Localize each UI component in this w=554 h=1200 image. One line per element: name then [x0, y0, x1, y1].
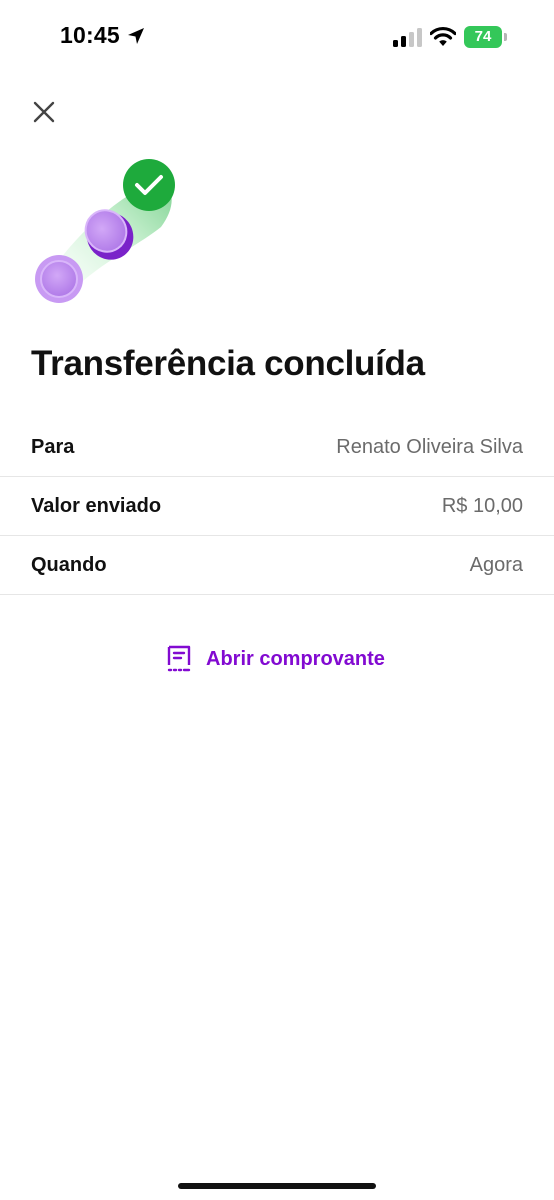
status-time: 10:45	[60, 22, 120, 48]
check-circle-icon	[123, 159, 175, 211]
close-icon	[33, 101, 55, 123]
detail-label: Quando	[31, 554, 107, 576]
detail-row-amount: Valor enviado R$ 10,00	[0, 477, 554, 536]
detail-value: Renato Oliveira Silva	[336, 436, 523, 458]
location-arrow-icon	[128, 28, 144, 44]
wifi-icon	[430, 26, 456, 46]
detail-row-recipient: Para Renato Oliveira Silva	[0, 418, 554, 477]
battery-cap	[504, 33, 507, 41]
transfer-illustration	[35, 159, 175, 303]
home-indicator[interactable]	[178, 1183, 376, 1189]
transfer-details: Para Renato Oliveira Silva Valor enviado…	[0, 418, 554, 595]
signal-icon	[393, 28, 422, 47]
battery-icon: 74	[464, 26, 508, 48]
receipt-label: Abrir comprovante	[206, 647, 385, 670]
detail-row-when: Quando Agora	[0, 536, 554, 595]
close-button[interactable]	[28, 96, 60, 128]
status-bar: 10:45 74	[0, 0, 554, 76]
battery-level: 74	[474, 28, 492, 45]
detail-value: Agora	[469, 554, 523, 576]
page-title: Transferência concluída	[31, 344, 425, 383]
receipt-icon	[167, 645, 191, 672]
detail-value: R$ 10,00	[441, 495, 523, 517]
detail-label: Para	[31, 436, 75, 458]
coin-icon	[35, 255, 83, 303]
open-receipt-button[interactable]: Abrir comprovante	[166, 644, 385, 674]
detail-label: Valor enviado	[31, 495, 162, 517]
